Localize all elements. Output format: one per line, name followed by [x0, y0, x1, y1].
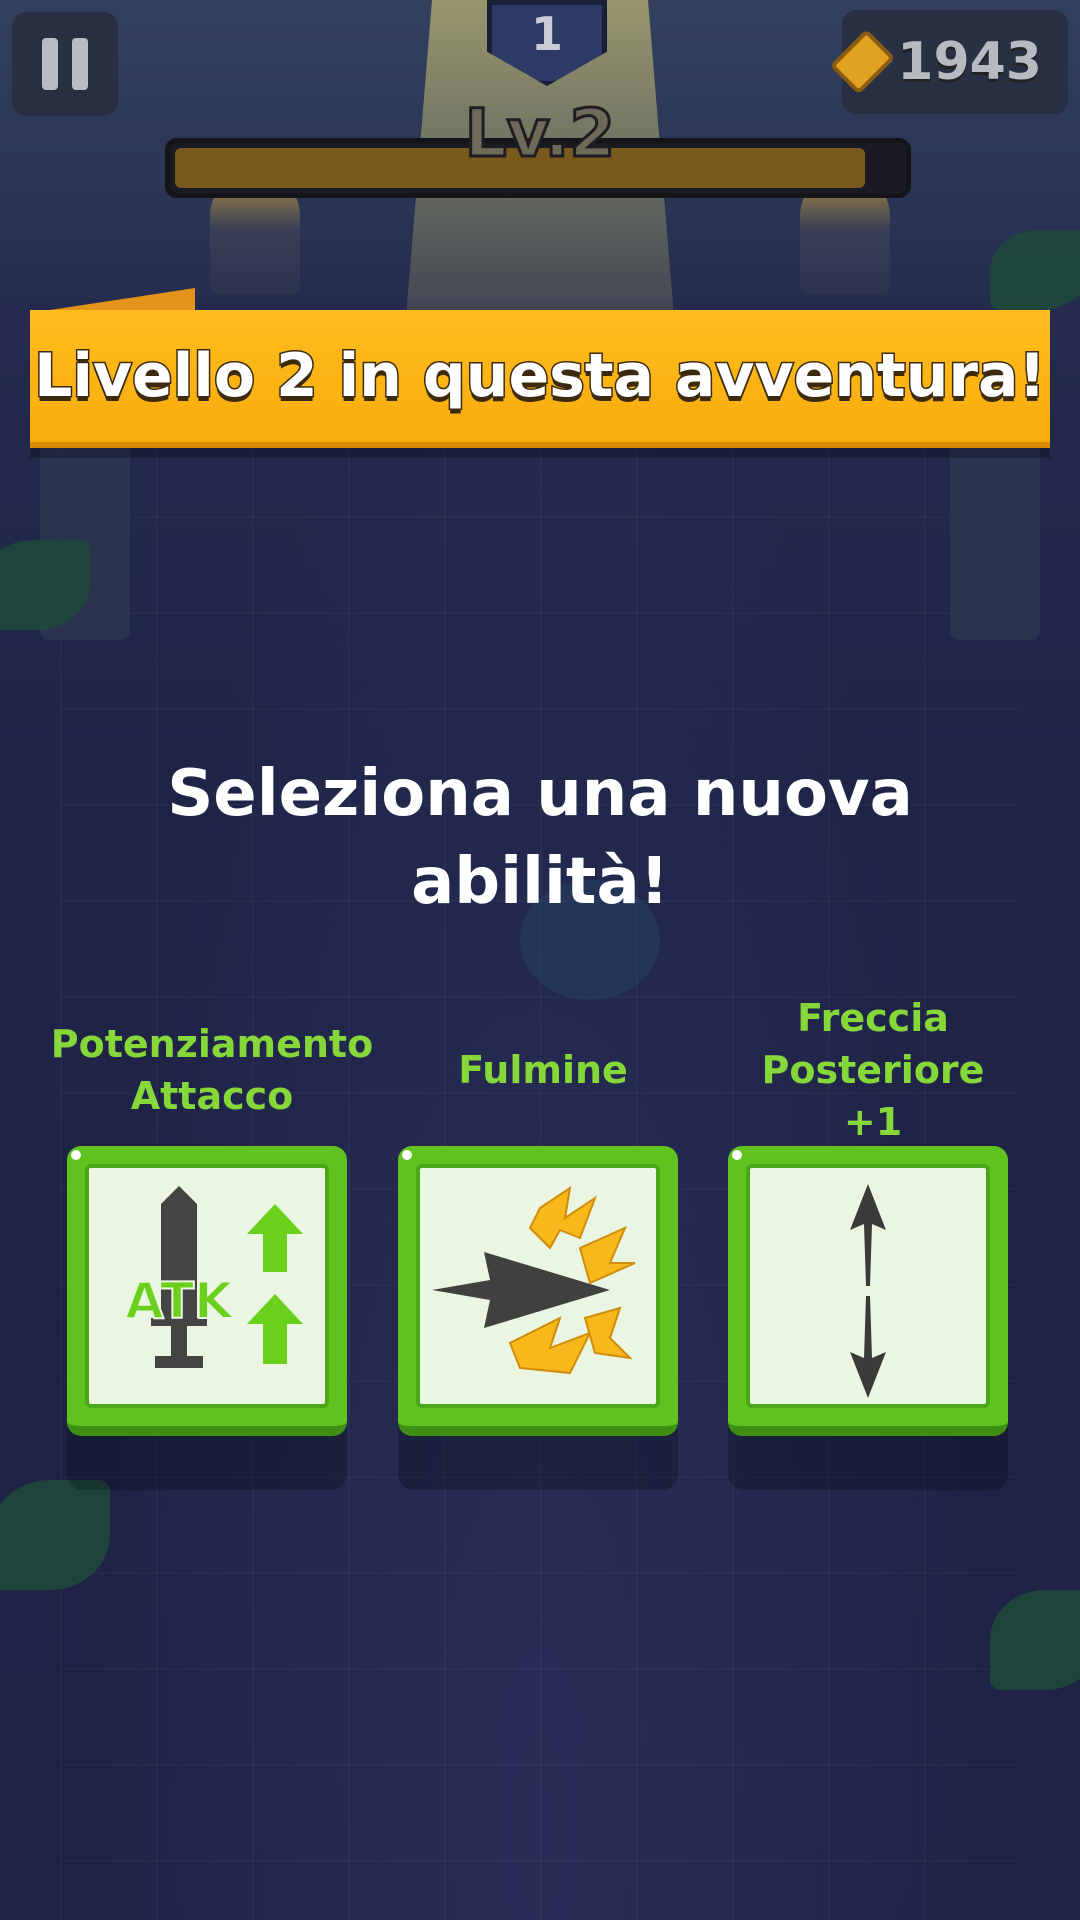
card-shine	[71, 1150, 81, 1160]
card-shine	[732, 1150, 742, 1160]
banner-text: Livello 2 in questa avventura!	[33, 340, 1048, 413]
pause-icon-bar	[72, 38, 88, 90]
rear-arrow-icon	[746, 1164, 990, 1408]
atk-label: ATK	[125, 1272, 235, 1330]
ability-name-line-2: Attacco	[130, 1074, 294, 1118]
ability-name-line-2: Posteriore +1	[761, 1048, 985, 1144]
prompt-line-1: Seleziona una nuova	[167, 757, 913, 831]
lightning-arrow-icon	[416, 1164, 660, 1408]
ability-name-line-2: Fulmine	[458, 1048, 628, 1092]
lightning-arrow-icon	[432, 1185, 636, 1375]
ability-card[interactable]: ATK	[67, 1146, 347, 1436]
prompt-line-2: abilità!	[411, 845, 669, 919]
level-up-banner: Livello 2 in questa avventura!	[30, 310, 1050, 448]
sword-icon: ATK	[124, 1186, 303, 1368]
pause-icon	[42, 38, 58, 90]
stage-number: 1	[530, 7, 563, 61]
card-shine	[402, 1150, 412, 1160]
level-label: Lv.2	[463, 94, 617, 174]
ability-name-line-1: Potenziamento	[50, 1022, 374, 1066]
ability-name: Freccia Posteriore +1	[728, 996, 1018, 1144]
double-arrow-icon	[850, 1184, 886, 1398]
select-ability-prompt: Seleziona una nuova abilità!	[140, 750, 940, 926]
attack-boost-icon: ATK	[85, 1164, 329, 1408]
plant-decoration	[990, 230, 1080, 310]
ability-option-lightning[interactable]: Fulmine	[398, 1010, 688, 1490]
ability-card[interactable]	[728, 1146, 1008, 1436]
ability-option-attack-boost[interactable]: Potenziamento Attacco ATK	[51, 1010, 373, 1490]
ability-name-line-1: Freccia	[797, 996, 949, 1040]
ability-card[interactable]	[398, 1146, 678, 1436]
stone-block-right	[950, 440, 1040, 640]
ability-name: Potenziamento Attacco	[51, 1010, 373, 1130]
ability-option-rear-arrow[interactable]: Freccia Posteriore +1	[728, 996, 1018, 1490]
gold-value: 1943	[897, 32, 1042, 92]
game-background	[0, 0, 1080, 1920]
ability-name: Fulmine	[398, 1010, 688, 1130]
